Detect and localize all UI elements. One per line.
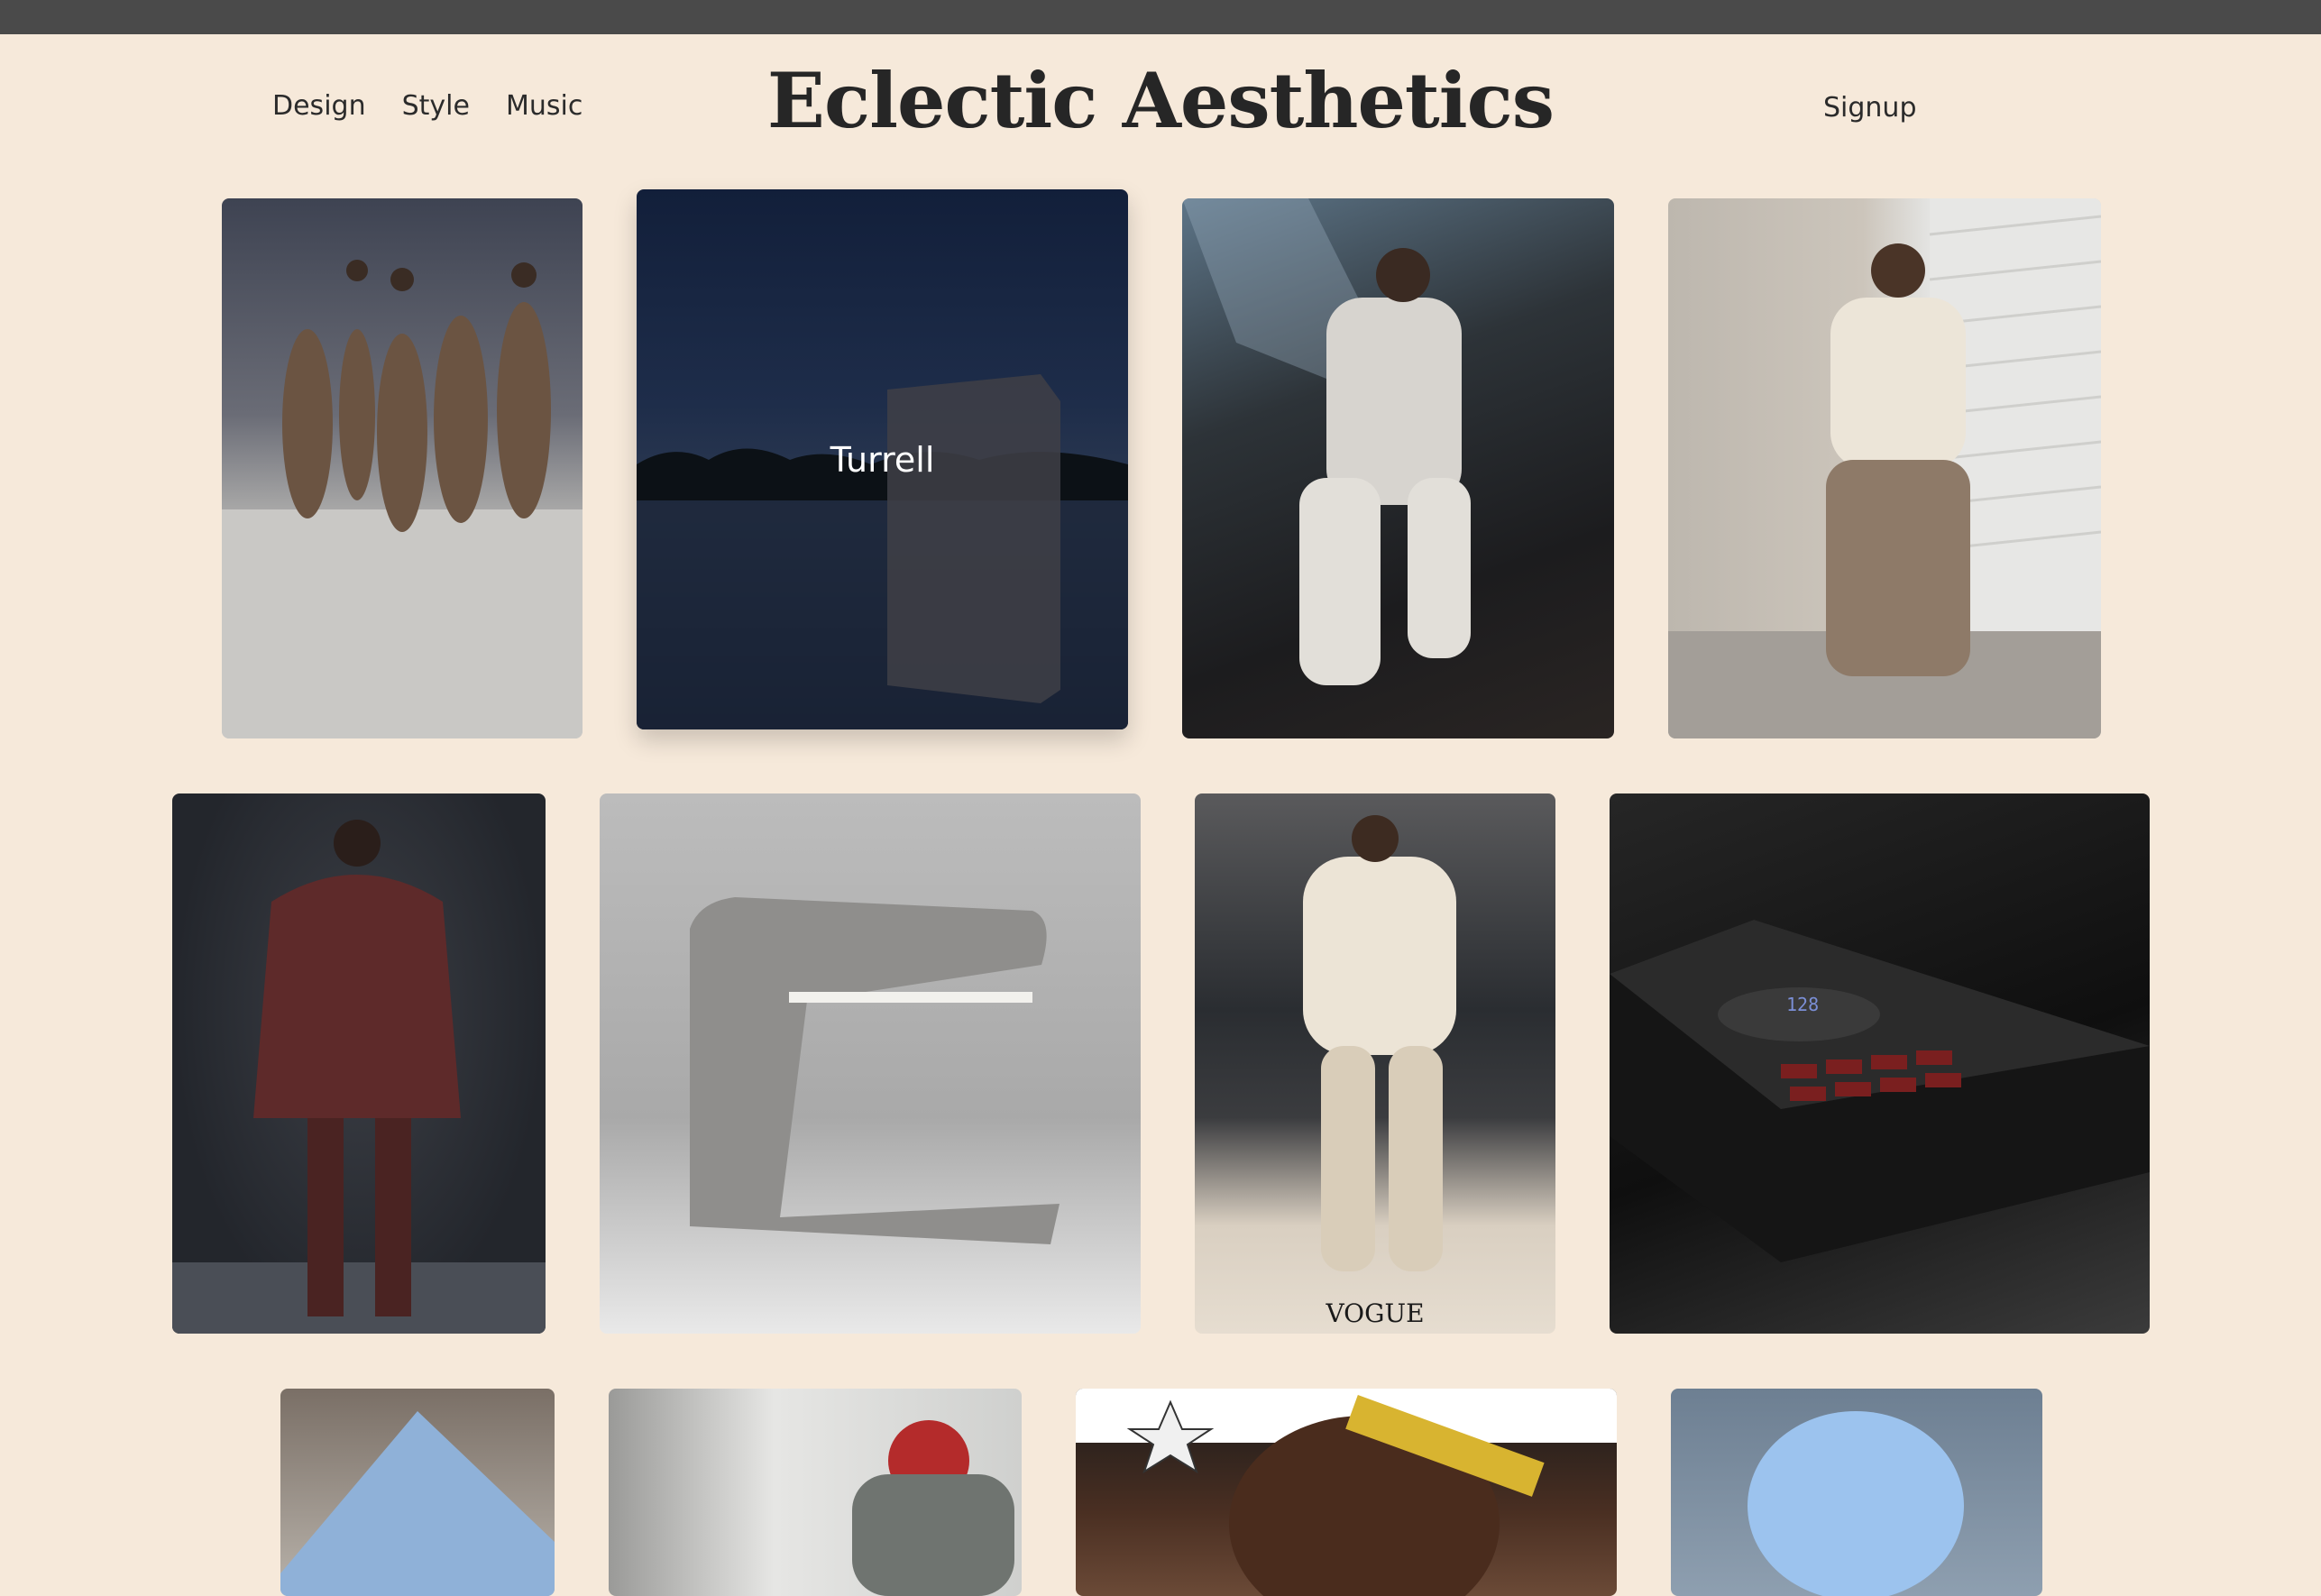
site-title[interactable]: Eclectic Aesthetics xyxy=(0,56,2321,145)
velour-hoodie-image xyxy=(172,820,546,1334)
skyspace-image xyxy=(280,1411,555,1596)
gallery-tile-vogue-street[interactable]: VOGUE xyxy=(1195,793,1555,1334)
gallery-tile-wall-portrait[interactable] xyxy=(1668,198,2101,738)
gallery-tile-velour-hoodie[interactable] xyxy=(172,793,546,1334)
gallery-tile-concrete-lamp[interactable] xyxy=(600,793,1141,1334)
oval-sky-image xyxy=(1748,1411,1964,1596)
gallery-tile-red-cap[interactable] xyxy=(609,1389,1022,1596)
gallery-tile-runway[interactable] xyxy=(222,198,583,738)
gallery-tile-oval-sky[interactable] xyxy=(1671,1389,2042,1596)
gallery-tile-headband-portrait[interactable] xyxy=(1076,1389,1617,1596)
performer-image xyxy=(1182,198,1471,685)
runway-image xyxy=(222,260,583,738)
concrete-lamp-image xyxy=(690,897,1060,1244)
gallery-tile-sampler[interactable]: 128 xyxy=(1610,793,2150,1334)
gallery-tile-performer[interactable] xyxy=(1182,198,1614,738)
sampler-display: 128 xyxy=(1786,994,1820,1015)
headband-portrait-image xyxy=(1076,1389,1617,1596)
gallery-tile-turrell[interactable]: Turrell xyxy=(637,189,1128,729)
gallery-tile-skyspace[interactable] xyxy=(280,1389,555,1596)
vogue-street-image xyxy=(1303,815,1456,1271)
browser-top-bar xyxy=(0,0,2321,34)
tile-caption: Turrell xyxy=(830,439,935,480)
signup-link[interactable]: Signup xyxy=(1823,92,1917,124)
red-cap-image xyxy=(852,1420,1014,1596)
wall-portrait-image xyxy=(1668,198,2101,738)
sampler-image xyxy=(1610,920,2150,1262)
vogue-logo: VOGUE xyxy=(1326,1298,1425,1328)
